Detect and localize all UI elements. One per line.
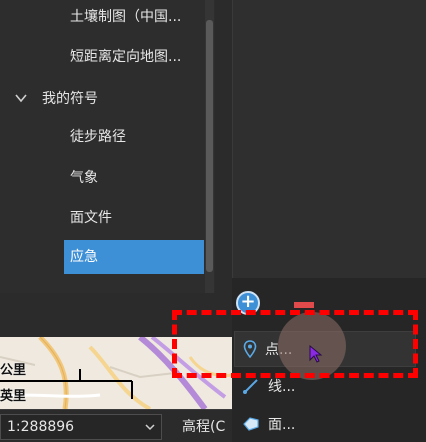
map-roads (0, 337, 232, 409)
add-symbol-button[interactable]: + (236, 291, 260, 315)
menu-item-label: 面... (268, 417, 296, 433)
tree-item-area-file[interactable]: 面文件 (64, 201, 204, 235)
tree-scrollbar-thumb[interactable] (206, 20, 213, 272)
symbol-preview-panel (232, 0, 426, 278)
tree-item-weather[interactable]: 气象 (64, 161, 204, 195)
scalebar-km-label: 公里 (0, 363, 27, 378)
tree-item-orienteering-map[interactable]: 短距离定向地图... (64, 40, 204, 74)
chevron-down-icon[interactable] (14, 91, 28, 105)
add-symbol-menu: 点... 线... 面... (232, 323, 426, 442)
symbol-tree-panel: 土壤制图（中国... 短距离定向地图... 我的符号 徒步路径 气象 面文件 应… (0, 0, 215, 293)
map-view[interactable]: 公里 英里 (0, 337, 232, 409)
polygon-icon (243, 417, 259, 431)
menu-item-polygon[interactable]: 面... (234, 406, 416, 442)
tree-group-label: 我的符号 (42, 91, 98, 107)
tree-item-soil-mapping[interactable]: 土壤制图（中国... (64, 0, 204, 34)
tree-group-my-symbols[interactable]: 我的符号 (14, 82, 98, 114)
menu-item-point[interactable]: 点... (234, 331, 416, 367)
mouse-cursor-icon (309, 345, 323, 363)
map-pin-icon (243, 340, 257, 358)
tree-item-hiking-path[interactable]: 徒步路径 (64, 120, 204, 154)
tree-item-emergency[interactable]: 应急 (64, 240, 204, 274)
menu-item-label: 点... (265, 342, 293, 358)
remove-icon[interactable] (294, 302, 314, 308)
plus-icon: + (240, 291, 256, 312)
elevation-label: 高程(C (182, 419, 226, 435)
scale-combobox[interactable]: 1:288896 (0, 414, 162, 440)
line-icon (243, 379, 258, 394)
menu-item-label: 线... (268, 379, 296, 395)
scalebar-mile-label: 英里 (0, 389, 27, 404)
chevron-down-icon[interactable] (145, 422, 155, 432)
scale-value: 1:288896 (7, 419, 75, 435)
menu-item-line[interactable]: 线... (234, 368, 416, 404)
